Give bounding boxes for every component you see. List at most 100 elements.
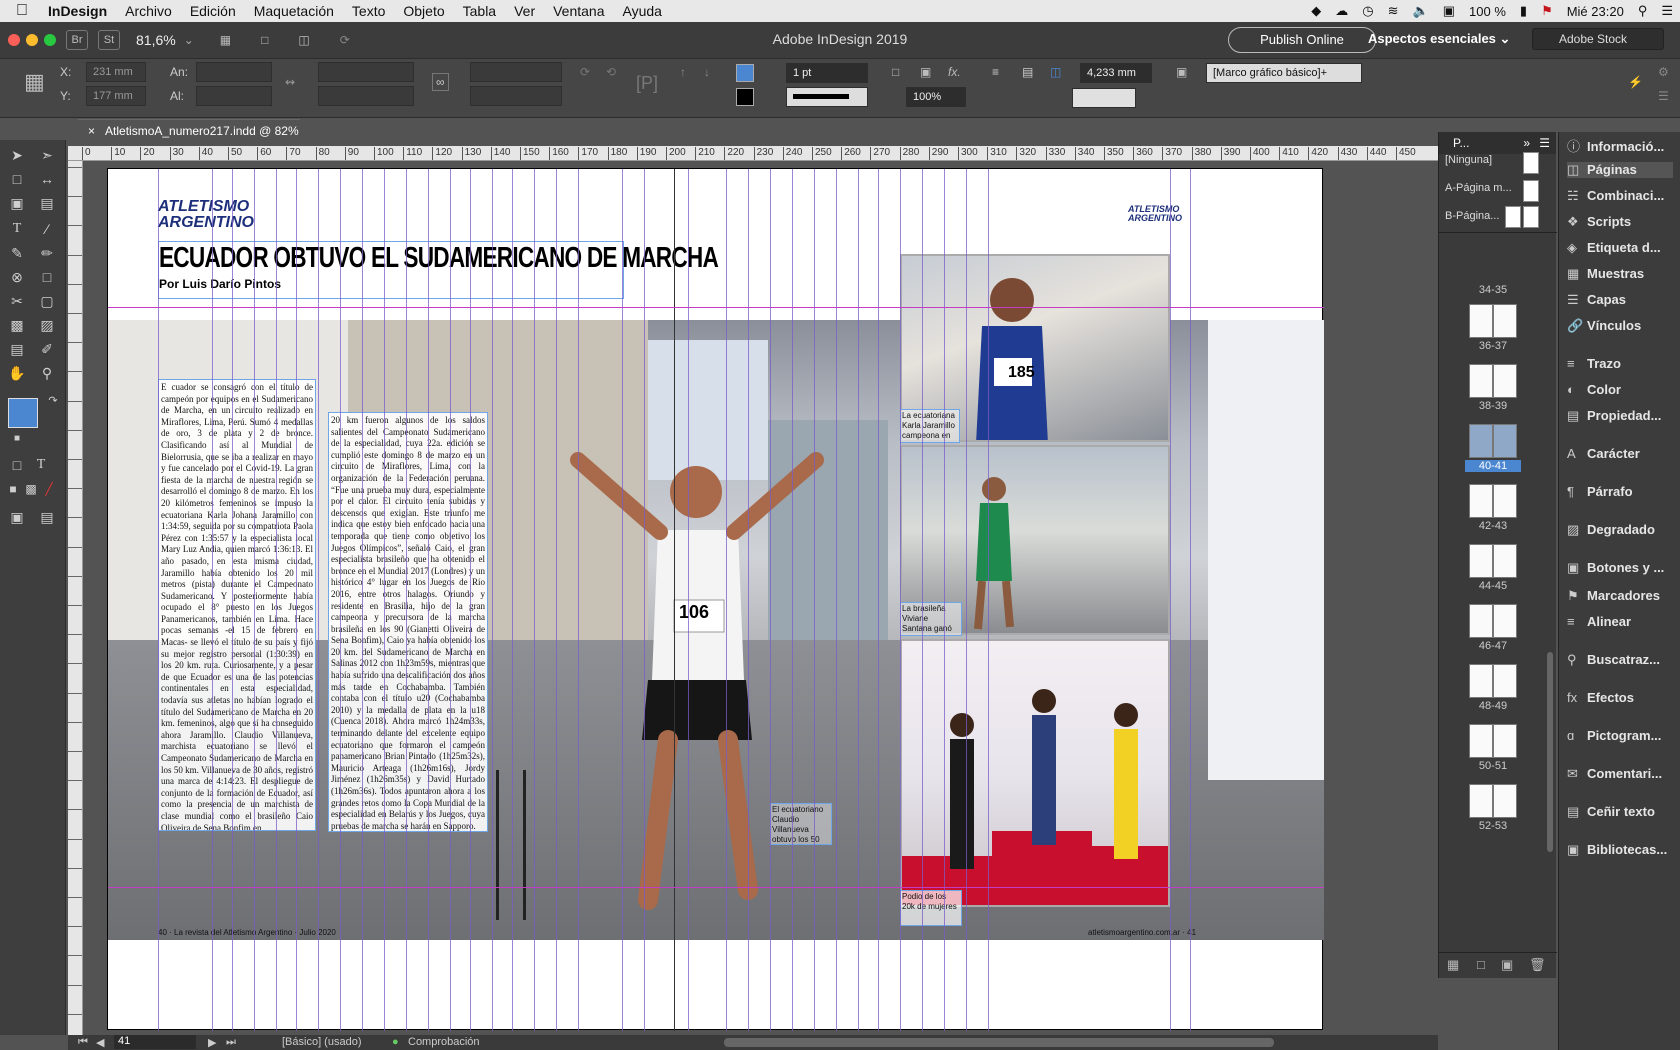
page-spread[interactable]: 106 ATLETISMO ARGENTINO ATLETISMO ARGENT… <box>107 168 1324 1031</box>
panel-bibliotecas[interactable]: ▣ Bibliotecas... <box>1567 842 1667 858</box>
gradient-feather-tool-icon[interactable]: ▨ <box>36 314 58 336</box>
zoom-window-button[interactable] <box>44 34 56 46</box>
fill-swatch[interactable] <box>736 64 754 82</box>
panel-etiqueta-d[interactable]: ◈ Etiqueta d... <box>1567 240 1661 256</box>
page-size-icon[interactable]: ▦ <box>1447 957 1459 973</box>
flag-icon[interactable]: ⚑ <box>1534 3 1560 19</box>
spread-50-51[interactable]: 50-51 <box>1465 724 1521 772</box>
spread-46-47[interactable]: 46-47 <box>1465 604 1521 652</box>
line-tool-icon[interactable]: ∕ <box>36 218 58 240</box>
workspace-switcher[interactable]: Aspectos esenciales ⌄ <box>1368 31 1510 47</box>
stock-icon[interactable]: St <box>98 30 120 50</box>
fill-color-icon[interactable] <box>8 398 38 428</box>
free-transform-tool-icon[interactable]: ▢ <box>36 290 58 312</box>
arrange-documents-icon[interactable]: ◫ <box>298 33 309 47</box>
panel-degradado[interactable]: ▨ Degradado <box>1567 522 1655 538</box>
rotate-ccw-icon[interactable]: ⟲ <box>606 65 616 79</box>
edit-page-size-icon[interactable]: □ <box>1477 957 1485 972</box>
master-b-thumb-right[interactable] <box>1523 206 1539 228</box>
delete-page-icon[interactable]: 🗑 <box>1529 957 1546 973</box>
scale-x-field[interactable] <box>318 62 414 82</box>
panel-vínculos[interactable]: 🔗 Vínculos <box>1567 318 1641 334</box>
type-tool-icon[interactable]: T <box>6 218 28 240</box>
search-icon[interactable]: ⚲ <box>1631 3 1655 19</box>
panel-efectos[interactable]: fx Efectos <box>1567 690 1634 705</box>
gpu-icon[interactable]: ⟳ <box>340 33 350 47</box>
spread-44-45[interactable]: 44-45 <box>1465 544 1521 592</box>
magazine-logo-small[interactable]: ATLETISMO ARGENTINO <box>1128 205 1182 223</box>
text-column-2[interactable]: 20 km fueron algunos de los saldos salie… <box>328 412 488 832</box>
spread-label-34-35[interactable]: 34-35 <box>1465 282 1521 296</box>
photo-podium-women[interactable] <box>900 639 1170 907</box>
bridge-icon[interactable]: Br <box>66 30 88 50</box>
battery-label[interactable]: 100 % <box>1462 4 1513 19</box>
quick-apply-icon[interactable]: ⚡ <box>1628 75 1643 89</box>
formatting-text-icon[interactable]: T <box>30 454 52 476</box>
frame-options-icon[interactable]: □ <box>892 65 899 79</box>
default-colors-icon[interactable]: ■ <box>6 428 28 450</box>
object-style-select[interactable]: [Marco gráfico básico]+ <box>1206 63 1362 83</box>
panel-trazo[interactable]: ≡ Trazo <box>1567 356 1621 371</box>
page-tool-icon[interactable]: □ <box>6 168 28 190</box>
master-none-thumb[interactable] <box>1523 152 1539 174</box>
spread-42-43[interactable]: 42-43 <box>1465 484 1521 532</box>
clock[interactable]: Mié 23:20 <box>1560 4 1631 19</box>
panel-informació[interactable]: ⓘ Informació... <box>1567 136 1664 155</box>
vertical-ruler[interactable] <box>68 161 83 1035</box>
spread-38-39[interactable]: 38-39 <box>1465 364 1521 412</box>
menu-ayuda[interactable]: Ayuda <box>614 3 671 19</box>
swap-colors-icon[interactable]: ↷ <box>42 390 64 412</box>
screen-mode-icon[interactable]: □ <box>261 33 268 47</box>
spread-48-49[interactable]: 48-49 <box>1465 664 1521 712</box>
select-container-icon[interactable]: ↑ <box>680 65 686 79</box>
magazine-logo[interactable]: ATLETISMO ARGENTINO <box>158 199 254 231</box>
caption-3[interactable]: El ecuatoriano Claudio Villanueva obtuvo… <box>770 803 832 845</box>
base-style-label[interactable]: [Básico] (usado) <box>282 1036 361 1048</box>
reference-point-icon[interactable]: ▦ <box>24 69 45 95</box>
panel-buscatraz[interactable]: ⚲ Buscatraz... <box>1567 652 1660 668</box>
corner-preview[interactable] <box>1072 88 1136 108</box>
caption-2[interactable]: La brasileña Viviane Santana ganó en los… <box>900 602 962 636</box>
panel-propiedad[interactable]: ▤ Propiedad... <box>1567 408 1661 424</box>
time-machine-icon[interactable]: ◷ <box>1355 3 1380 19</box>
menu-tabla[interactable]: Tabla <box>454 3 505 19</box>
panel-menu-icon[interactable]: ☰ <box>1539 132 1550 154</box>
constrain-icon[interactable]: ↭ <box>285 75 295 89</box>
scale-y-field[interactable] <box>318 86 414 106</box>
selection-tool-icon[interactable]: ➤ <box>6 144 28 166</box>
document-tab[interactable]: × AtletismoA_numero217.indd @ 82% <box>78 119 300 143</box>
menu-texto[interactable]: Texto <box>343 3 394 19</box>
display-icon[interactable]: ▣ <box>1436 3 1462 19</box>
height-field[interactable] <box>196 86 272 106</box>
gap-field[interactable]: 4,233 mm <box>1080 63 1152 83</box>
panel-pictogram[interactable]: ɑ Pictogram... <box>1567 728 1661 743</box>
note-tool-icon[interactable]: ▤ <box>6 338 28 360</box>
eyedropper-tool-icon[interactable]: ✐ <box>36 338 58 360</box>
preflight-label[interactable]: Comprobación <box>408 1036 480 1048</box>
opacity-field[interactable]: 100% <box>906 87 966 107</box>
panel-ceñir-texto[interactable]: ▤ Ceñir texto <box>1567 804 1655 820</box>
content-placer-icon[interactable]: ▤ <box>36 192 58 214</box>
direct-selection-tool-icon[interactable]: ➣ <box>36 144 58 166</box>
view-options-icon[interactable]: ▦ <box>220 33 231 47</box>
panel-párrafo[interactable]: ¶ Párrafo <box>1567 484 1633 499</box>
stroke-swatch[interactable] <box>736 88 754 106</box>
apple-menu-icon[interactable]:  <box>0 2 44 20</box>
close-window-button[interactable] <box>8 34 20 46</box>
settings-icon[interactable]: ⚙ <box>1658 65 1669 79</box>
panel-páginas[interactable]: ◫ Páginas <box>1567 162 1673 178</box>
menu-maquetacion[interactable]: Maquetación <box>245 3 343 19</box>
select-content-icon[interactable]: ↓ <box>704 65 710 79</box>
spread-52-53[interactable]: 52-53 <box>1465 784 1521 832</box>
spread-40-41[interactable]: 40-41 <box>1465 424 1521 472</box>
menu-objeto[interactable]: Objeto <box>394 3 453 19</box>
rectangle-tool-icon[interactable]: □ <box>36 266 58 288</box>
menu-ventana[interactable]: Ventana <box>544 3 613 19</box>
formatting-container-icon[interactable]: □ <box>6 454 28 476</box>
effects-icon[interactable]: fx. <box>948 65 961 79</box>
document-canvas[interactable]: 106 ATLETISMO ARGENTINO ATLETISMO ARGENT… <box>83 161 1438 1035</box>
align-left-icon[interactable]: ≡ <box>992 65 999 79</box>
master-a-thumb[interactable] <box>1523 180 1539 202</box>
pen-tool-icon[interactable]: ✎ <box>6 242 28 264</box>
panel-capas[interactable]: ☰ Capas <box>1567 292 1626 308</box>
